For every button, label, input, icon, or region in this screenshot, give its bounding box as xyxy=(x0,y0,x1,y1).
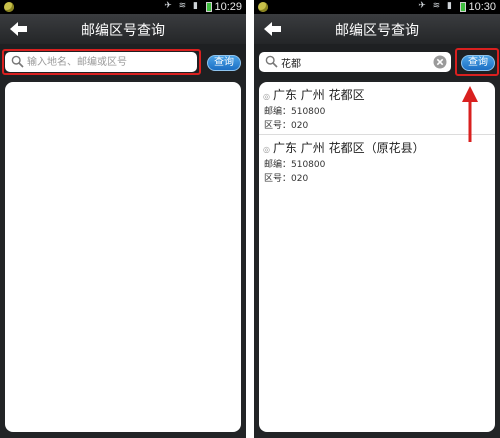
screen-before-search: ✈ ≋ ▮ 10:29 邮编区号查询 查询 xyxy=(0,0,246,438)
screen-after-search: ✈ ≋ ▮ 10:30 邮编区号查询 查询 ◎广东 广州 花都区 邮编： xyxy=(254,0,500,438)
status-time: 10:29 xyxy=(214,1,242,13)
results-list: ◎ 广东 广州 花都区 邮编：510800 区号：020 ◎ 广东 广州 花都区（原… xyxy=(259,82,495,432)
page-title: 邮编区号查询 xyxy=(335,23,419,39)
result-postcode: 邮编：510800 xyxy=(264,160,326,170)
result-postcode: 邮编：510800 xyxy=(264,107,326,117)
bullet-icon: ◎ xyxy=(263,92,270,101)
query-button[interactable]: 查询 xyxy=(207,55,241,71)
search-input[interactable] xyxy=(281,53,431,71)
status-bar: ✈ ≋ ▮ 10:29 xyxy=(0,0,246,14)
results-list-empty xyxy=(5,82,241,432)
battery-icon xyxy=(206,2,212,12)
status-bar: ✈ ≋ ▮ 10:30 xyxy=(254,0,500,14)
app-icon xyxy=(258,2,268,12)
battery-icon xyxy=(460,2,466,12)
search-input[interactable] xyxy=(27,53,177,71)
status-time: 10:30 xyxy=(468,1,496,13)
list-item[interactable]: ◎ 广东 广州 花都区 邮编：510800 区号：020 xyxy=(259,82,495,138)
result-title-text: 广东 广州 花都区（原花县） xyxy=(272,141,425,155)
search-icon xyxy=(265,55,278,68)
query-button[interactable]: 查询 xyxy=(461,55,495,71)
bullet-icon: ◎ xyxy=(263,145,270,154)
app-icon xyxy=(4,2,14,12)
page-title: 邮编区号查询 xyxy=(81,23,165,39)
search-icon xyxy=(11,55,24,68)
title-bar: 邮编区号查询 xyxy=(254,14,500,44)
search-row: 查询 xyxy=(254,44,500,80)
result-title: ◎ 广东 广州 花都区（原花县） xyxy=(263,139,425,156)
result-areacode: 区号：020 xyxy=(264,121,309,131)
clear-icon[interactable] xyxy=(433,55,447,69)
wifi-signal-icons: ✈ ≋ ▮ xyxy=(164,1,200,11)
result-areacode: 区号：020 xyxy=(264,174,309,184)
title-bar: 邮编区号查询 xyxy=(0,14,246,44)
result-title-text: 广东 广州 花都区 xyxy=(272,88,365,102)
search-box[interactable] xyxy=(5,52,197,72)
search-row: 查询 xyxy=(0,44,246,80)
list-item[interactable]: ◎ 广东 广州 花都区（原花县） 邮编：510800 区号：020 xyxy=(259,135,495,191)
result-title: ◎ 广东 广州 花都区 xyxy=(263,86,365,103)
search-box[interactable] xyxy=(259,52,451,72)
wifi-signal-icons: ✈ ≋ ▮ xyxy=(418,1,454,11)
